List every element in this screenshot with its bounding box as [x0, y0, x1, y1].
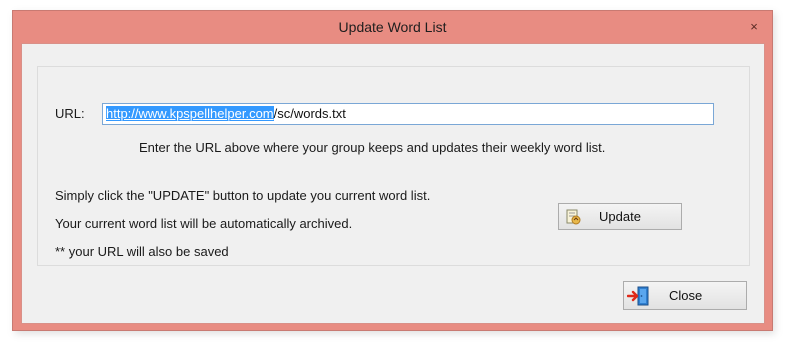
url-input[interactable]: http://www.kpspellhelper.com/sc/words.tx… — [102, 103, 714, 125]
update-button[interactable]: Update — [558, 203, 682, 230]
url-label: URL: — [55, 106, 85, 121]
url-hint: Enter the URL above where your group kee… — [139, 140, 606, 155]
update-word-list-dialog: Update Word List × URL: http://www.kpspe… — [12, 10, 773, 331]
close-button[interactable]: Close — [623, 281, 747, 310]
url-rest-text: /sc/words.txt — [273, 106, 346, 121]
settings-group-box — [37, 66, 750, 266]
title-bar[interactable]: Update Word List × — [13, 11, 772, 43]
instruction-url-saved: ** your URL will also be saved — [55, 244, 229, 259]
close-icon[interactable]: × — [746, 19, 762, 35]
close-button-label: Close — [669, 288, 703, 303]
document-refresh-icon — [566, 209, 581, 225]
url-selected-text: http://www.kpspellhelper.com — [106, 106, 274, 121]
instruction-update: Simply click the "UPDATE" button to upda… — [55, 188, 431, 203]
window-title: Update Word List — [338, 19, 447, 35]
exit-door-icon — [627, 286, 649, 306]
update-button-label: Update — [599, 209, 641, 224]
dialog-body: URL: http://www.kpspellhelper.com/sc/wor… — [21, 43, 765, 324]
instruction-archive: Your current word list will be automatic… — [55, 216, 353, 231]
